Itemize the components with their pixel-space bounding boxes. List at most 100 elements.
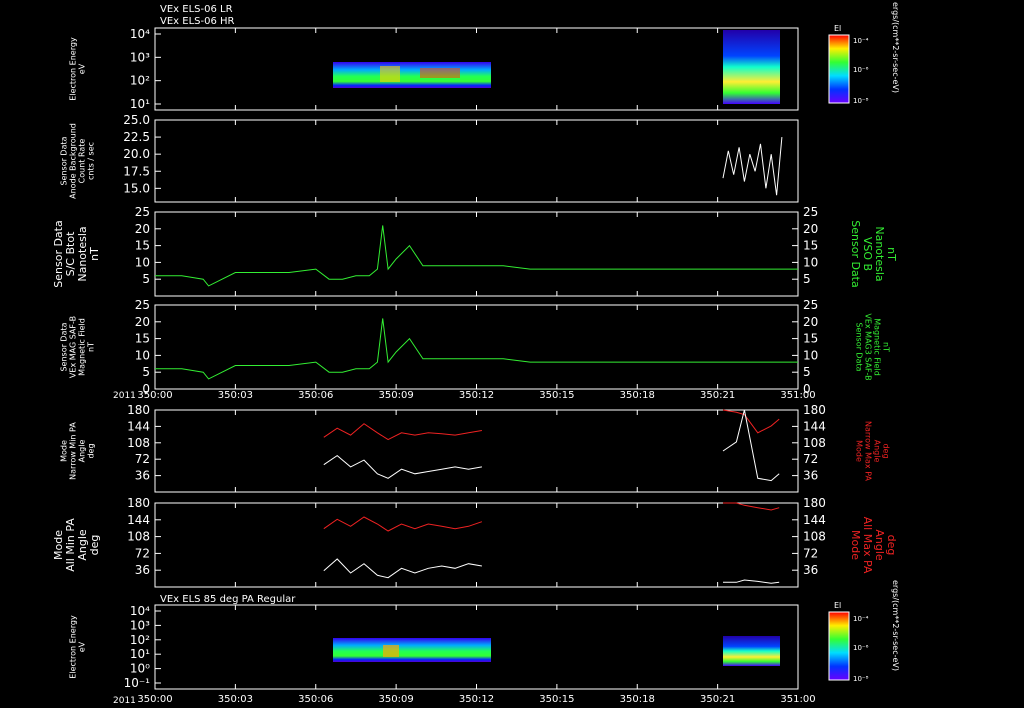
year-label-bottom: 2011 — [113, 696, 136, 706]
y-tick-label-right: 25 — [803, 205, 818, 219]
y-tick-label-right: 72 — [803, 452, 818, 466]
y-tick-label: 144 — [127, 513, 150, 527]
cb1-tick3: 10⁻⁸ — [853, 97, 869, 105]
x-tick-label: 350:18 — [620, 694, 655, 705]
y-tick-label: 10 — [135, 255, 150, 269]
p7-hotspot — [383, 645, 399, 657]
x-tick-label: 350:18 — [620, 390, 655, 401]
y-tick-label: 25 — [135, 298, 150, 312]
colorbar2-label: El — [834, 601, 841, 610]
p1-block1 — [333, 62, 491, 88]
header-line1: VEx ELS-06 LR — [160, 4, 233, 15]
y-tick-label-right: 180 — [803, 496, 826, 510]
x-tick-label: 350:03 — [218, 694, 253, 705]
y-tick-label-right: 72 — [803, 546, 818, 560]
y-tick-label: 10⁰ — [130, 662, 150, 676]
y-axis-label-right: Narrow Max PA — [864, 421, 873, 482]
series-line-white — [723, 579, 780, 584]
p1-block2 — [723, 30, 780, 104]
cb1-tick2: 10⁻⁶ — [853, 66, 869, 74]
x-tick-label: 351:00 — [780, 694, 815, 705]
y-tick-label-right: 144 — [803, 513, 826, 527]
y-tick-label: 20.0 — [123, 147, 150, 161]
series-line-red — [323, 423, 482, 441]
y-tick-label: 180 — [127, 496, 150, 510]
y-tick-label: 72 — [135, 452, 150, 466]
y-axis-label: Electron Energy — [69, 37, 78, 101]
y-tick-label-right: 25 — [803, 298, 818, 312]
y-axis-label-right: All Max PA — [861, 517, 874, 574]
colorbar1-unit: ergs/(cm**2-sr-sec-eV) — [891, 2, 900, 93]
y-tick-label: 0 — [142, 382, 150, 396]
colorbar1 — [828, 34, 850, 104]
panel5-frame — [154, 409, 799, 493]
p7-block1 — [333, 638, 491, 662]
y-axis-label-right: deg — [885, 535, 898, 556]
cb2-tick1: 10⁻⁴ — [853, 615, 869, 623]
y-axis-label-right: VSO B — [861, 237, 874, 271]
y-tick-label-right: 15 — [803, 239, 818, 253]
cb1-tick1: 10⁻⁴ — [853, 37, 869, 45]
y-tick-label-right: 108 — [803, 436, 826, 450]
y-tick-label-right: 10 — [803, 348, 818, 362]
y-tick-label-right: 180 — [803, 403, 826, 417]
y-tick-label: 10 — [135, 348, 150, 362]
x-tick-label: 350:09 — [379, 694, 414, 705]
y-tick-label: 10⁴ — [130, 27, 150, 41]
y-axis-label: VEx MAG SAF-B — [69, 316, 78, 378]
y-axis-label: Angle — [78, 440, 87, 463]
y-tick-label: 36 — [135, 563, 150, 577]
y-axis-label: Mode — [60, 440, 69, 462]
x-tick-label: 350:03 — [218, 390, 253, 401]
x-tick-label: 350:15 — [539, 694, 574, 705]
y-tick-label-right: 15 — [803, 332, 818, 346]
y-axis-label: Electron Energy — [69, 615, 78, 679]
y-tick-label: 25 — [135, 205, 150, 219]
y-axis-label-right: VEx MAG3 SAF-B — [864, 313, 873, 380]
x-tick-label: 350:06 — [298, 694, 333, 705]
y-tick-label-right: 108 — [803, 530, 826, 544]
series-line-red — [723, 502, 780, 511]
panel4-frame — [154, 304, 799, 390]
series-line-white — [323, 558, 482, 579]
p1-hotspot2 — [420, 68, 460, 78]
cb2-tick3: 10⁻⁸ — [853, 675, 869, 683]
x-tick-label: 350:06 — [298, 390, 333, 401]
panel2-frame — [154, 119, 799, 203]
x-tick-label: 350:00 — [137, 694, 172, 705]
y-axis-label: Sensor Data — [60, 322, 69, 371]
y-tick-label: 10³ — [130, 50, 150, 64]
x-tick-label: 350:12 — [459, 694, 494, 705]
y-axis-label: Sensor Data — [60, 136, 69, 185]
y-axis-label-right: Angle — [873, 440, 882, 463]
series-line-green — [155, 225, 798, 287]
y-axis-label: deg — [87, 443, 96, 458]
y-tick-label: 10² — [130, 633, 150, 647]
header-line2: VEx ELS-06 HR — [160, 16, 235, 27]
y-axis-label: eV — [78, 641, 87, 652]
p1-hotspot — [380, 66, 400, 82]
panel6-frame — [154, 502, 799, 588]
y-tick-label: 10¹ — [130, 97, 150, 111]
y-tick-label: 17.5 — [123, 164, 150, 178]
plot-canvas: VEx ELS-06 LR VEx ELS-06 HR VEx ELS 85 d… — [52, 2, 900, 706]
y-axis-label-right: Magnetic Field — [873, 318, 882, 376]
y-tick-label-right: 20 — [803, 222, 818, 236]
y-tick-label: 15 — [135, 239, 150, 253]
series-line-red — [323, 516, 483, 532]
y-axis-label: deg — [88, 535, 101, 556]
y-tick-label: 5 — [142, 272, 150, 286]
y-tick-label: 25.0 — [123, 113, 150, 127]
series-line-white — [722, 409, 780, 482]
cb2-tick2: 10⁻⁶ — [853, 644, 869, 652]
year-label-mid: 2011 — [113, 391, 136, 401]
x-tick-label: 350:12 — [459, 390, 494, 401]
y-axis-label: Anode Background — [69, 123, 78, 199]
y-tick-label: 10³ — [130, 618, 150, 632]
y-tick-label: 10⁻¹ — [124, 676, 151, 690]
y-axis-label-right: Sensor Data — [855, 322, 864, 371]
y-tick-label: 20 — [135, 222, 150, 236]
y-tick-label: 72 — [135, 546, 150, 560]
y-tick-label: 180 — [127, 403, 150, 417]
y-axis-label: cnts / sec — [87, 142, 96, 180]
